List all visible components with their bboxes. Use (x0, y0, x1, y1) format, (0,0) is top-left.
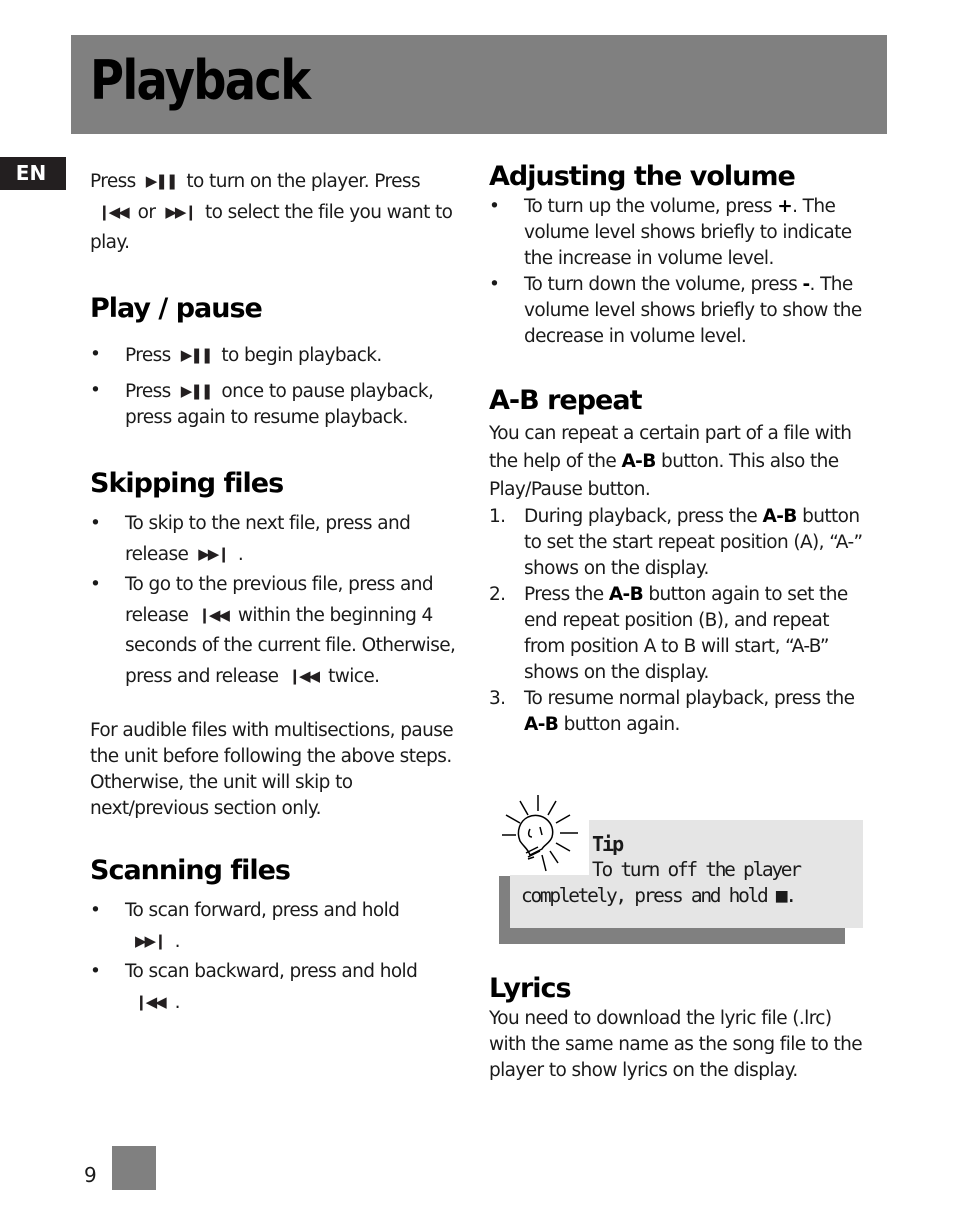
list-item: 3. To resume normal playback, press the A… (489, 688, 855, 735)
scanning-list: To scan forward, press and hold▶▶❙. To s… (90, 896, 470, 1018)
lyrics-heading: Lyrics (489, 973, 572, 1004)
page-title: Playback (90, 49, 311, 112)
tip-title: Tip (592, 832, 624, 856)
volume-heading: Adjusting the volume (489, 161, 796, 192)
tip-text: To turn off the player completely, press… (521, 858, 802, 907)
ab-repeat-intro: You can repeat a certain part of a file … (489, 423, 852, 500)
ab-repeat-heading: A-B repeat (489, 385, 642, 416)
title-bar: Playback (71, 35, 887, 134)
previous-icon: ❙◀◀ (135, 993, 167, 1011)
page-marker (112, 1146, 156, 1190)
lyrics-section: Lyrics You need to download the lyric fi… (489, 972, 869, 1084)
play-pause-icon: ▶❚❚ (145, 172, 179, 190)
language-tab: EN (0, 157, 66, 190)
plus-key: + (777, 196, 793, 217)
list-item: To turn down the volume, press -. The vo… (489, 272, 874, 350)
intro-paragraph: Press ▶❚❚ to turn on the player. Press ❙◀◀… (90, 166, 470, 258)
play-pause-icon: ▶❚❚ (180, 382, 214, 400)
next-icon: ▶▶❙ (135, 932, 167, 950)
play-pause-icon: ▶❚❚ (180, 346, 214, 364)
lyrics-text: You need to download the lyric file (.lr… (489, 1008, 863, 1081)
minus-key: - (802, 274, 810, 295)
audible-note: For audible files with multisections, pa… (90, 720, 454, 819)
list-item: 2. Press the A-B button again to set the … (489, 584, 848, 683)
list-item: To go to the previous file, press and re… (90, 570, 470, 692)
next-icon: ▶▶❙ (198, 545, 230, 563)
list-item: To turn up the volume, press +. The volu… (489, 194, 874, 272)
next-icon: ▶▶❙ (165, 203, 197, 221)
previous-icon: ❙◀◀ (98, 203, 130, 221)
play-pause-list: Press▶❚❚to begin playback. Press▶❚❚once … (90, 342, 470, 431)
stop-icon: ■ (775, 884, 788, 907)
list-item: To scan forward, press and hold▶▶❙. (90, 896, 470, 957)
skipping-heading: Skipping files (90, 468, 284, 499)
previous-icon: ❙◀◀ (198, 606, 230, 624)
play-pause-heading: Play / pause (90, 293, 263, 324)
list-item: Press▶❚❚to begin playback. (90, 342, 470, 369)
ab-repeat-steps: 1. During playback, press the A-B button … (489, 504, 874, 738)
skipping-list: To skip to the next file, press and rele… (90, 509, 470, 692)
previous-icon: ❙◀◀ (288, 667, 320, 685)
list-item: To scan backward, press and hold❙◀◀. (90, 957, 470, 1018)
list-item: Press▶❚❚once to pause playback, press ag… (90, 378, 470, 431)
page-number: 9 (84, 1163, 97, 1187)
volume-list: To turn up the volume, press +. The volu… (489, 194, 874, 350)
right-column: Adjusting the volume To turn up the volu… (489, 160, 874, 738)
list-item: 1. During playback, press the A-B button … (489, 506, 863, 579)
left-column: Press ▶❚❚ to turn on the player. Press ❙◀◀… (90, 166, 470, 1018)
list-item: To skip to the next file, press and rele… (90, 509, 470, 570)
scanning-heading: Scanning files (90, 855, 291, 886)
